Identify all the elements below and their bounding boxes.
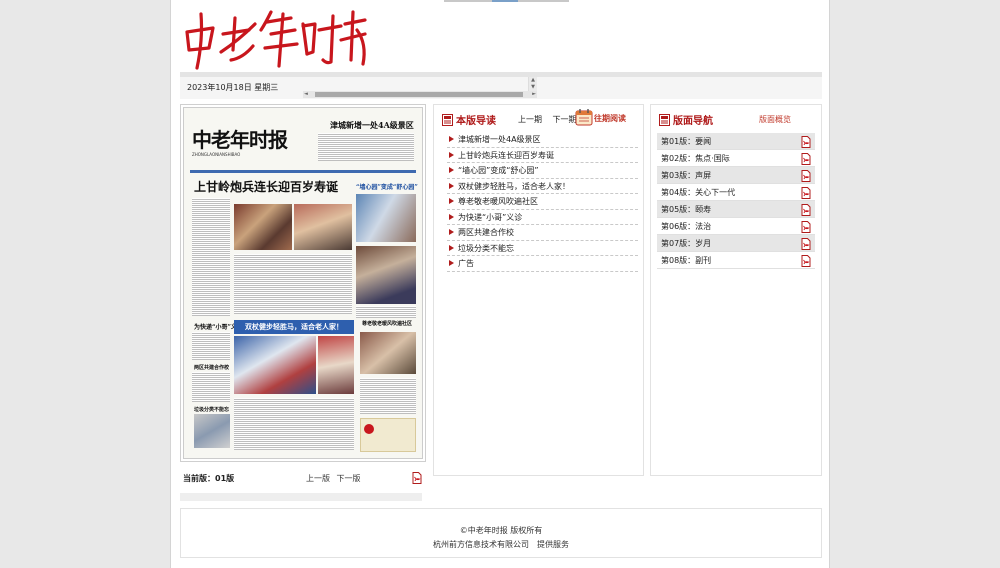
edition-label[interactable]: 第01版：要闻 bbox=[661, 137, 711, 146]
current-edition-value: 01版 bbox=[215, 474, 235, 483]
top-scrollbar[interactable] bbox=[444, 0, 569, 2]
prev-page-link[interactable]: 上一版 bbox=[306, 474, 330, 483]
newspaper-top-headline: 津城新增一处4A级景区 bbox=[330, 120, 414, 130]
pdf-download-icon[interactable] bbox=[412, 472, 422, 484]
pdf-icon[interactable] bbox=[801, 136, 811, 148]
edition-label[interactable]: 第03版：声屏 bbox=[661, 171, 711, 180]
current-edition: 当前版：01版 bbox=[183, 473, 234, 484]
edition-item[interactable]: 第08版：副刊 bbox=[657, 252, 815, 269]
newspaper-left-headline-2: 两区共建合作校 bbox=[194, 365, 230, 371]
page-footer: ©中老年时报 版权所有 杭州前方信息技术有限公司 提供服务 bbox=[180, 508, 822, 558]
article-item[interactable]: 广告 bbox=[447, 256, 638, 272]
copyright-text: ©中老年时报 版权所有 bbox=[459, 526, 543, 535]
edition-label[interactable]: 第02版：焦点·国际 bbox=[661, 154, 730, 163]
pdf-icon[interactable] bbox=[801, 221, 811, 233]
article-item[interactable]: 双杖健步轻胜马，适合老人家！ bbox=[447, 179, 638, 194]
newspaper-logo[interactable] bbox=[179, 4, 369, 70]
newspaper-pinyin: ZHONGLAONIANSHIBAO bbox=[192, 152, 241, 157]
newspaper-main-headline: 上甘岭炮兵连长迎百岁寿诞 bbox=[194, 180, 339, 194]
newspaper-icon bbox=[442, 114, 453, 126]
newspaper-icon bbox=[659, 114, 670, 126]
newspaper-mid-headline: 双杖健步轻胜马，适合老人家！ bbox=[234, 320, 354, 334]
article-list: 津城新增一处4A级景区 上甘岭炮兵连长迎百岁寿诞 “墙心园”变成“舒心园” 双杖… bbox=[447, 132, 638, 272]
date-bar: 2023年10月18日 星期三 ▲ ▼ ◄ ► bbox=[180, 77, 822, 99]
next-page-link[interactable]: 下一版 bbox=[337, 474, 361, 483]
article-item[interactable]: 津城新增一处4A级景区 bbox=[447, 132, 638, 148]
article-item[interactable]: 两区共建合作校 bbox=[447, 225, 638, 241]
edition-item[interactable]: 第01版：要闻 bbox=[657, 133, 815, 150]
pdf-icon[interactable] bbox=[801, 153, 811, 165]
pdf-icon[interactable] bbox=[801, 238, 811, 250]
page-container: 2023年10月18日 星期三 ▲ ▼ ◄ ► 中老年时报 ZHONGLAONIA… bbox=[170, 0, 830, 568]
newspaper-side-headline: “墙心园”变成“舒心园” bbox=[356, 184, 418, 191]
edition-item[interactable]: 第04版：关心下一代 bbox=[657, 184, 815, 201]
edition-list: 第01版：要闻 第02版：焦点·国际 第03版：声屏 第04版：关心下一代 第0… bbox=[657, 133, 815, 269]
next-issue-link[interactable]: 下一期 bbox=[553, 115, 577, 124]
article-item[interactable]: 为快递“小哥”义诊 bbox=[447, 210, 638, 225]
edition-nav-title-text: 版面导航 bbox=[673, 116, 713, 127]
edition-label[interactable]: 第07版：岁月 bbox=[661, 239, 711, 248]
page-pager: 当前版：01版 上一版 下一版 bbox=[180, 472, 426, 486]
newspaper-blue-band bbox=[190, 170, 416, 173]
pdf-icon[interactable] bbox=[801, 170, 811, 182]
article-item[interactable]: 尊老敬老暖风吹遍社区 bbox=[447, 194, 638, 210]
provider-text: 杭州前方信息技术有限公司 提供服务 bbox=[433, 540, 569, 549]
newspaper-page-image[interactable]: 中老年时报 ZHONGLAONIANSHIBAO 津城新增一处4A级景区 上甘岭… bbox=[183, 107, 423, 459]
edition-item[interactable]: 第03版：声屏 bbox=[657, 167, 815, 184]
edition-nav-title: 版面导航 bbox=[659, 112, 713, 127]
edition-label[interactable]: 第08版：副刊 bbox=[661, 256, 711, 265]
article-item[interactable]: 上甘岭炮兵连长迎百岁寿诞 bbox=[447, 148, 638, 163]
horizontal-scrollbar[interactable]: ◄ ► bbox=[303, 91, 537, 98]
newspaper-left-headline-3: 垃圾分类不能忘 bbox=[194, 407, 230, 413]
pdf-icon[interactable] bbox=[801, 255, 811, 267]
article-item[interactable]: 垃圾分类不能忘 bbox=[447, 241, 638, 256]
edition-nav-panel: 版面导航 版面概览 第01版：要闻 第02版：焦点·国际 第03版：声屏 第04… bbox=[650, 104, 822, 476]
reading-guide-title-text: 本版导读 bbox=[456, 116, 496, 127]
newspaper-page-frame: 中老年时报 ZHONGLAONIANSHIBAO 津城新增一处4A级景区 上甘岭… bbox=[180, 104, 426, 462]
newspaper-right-headline: 尊老敬老暖风吹遍社区 bbox=[362, 321, 413, 327]
reading-guide-panel: 本版导读 上一期 下一期 往期阅读 津城新增一处4A级景区 上甘岭炮兵连长迎百岁… bbox=[433, 104, 644, 476]
date-select-scroll[interactable]: ▲ ▼ bbox=[528, 77, 537, 91]
past-issues-link[interactable]: 往期阅读 bbox=[594, 113, 626, 124]
scroll-right-icon[interactable]: ► bbox=[532, 91, 536, 98]
newspaper-masthead: 中老年时报 bbox=[192, 128, 288, 152]
edition-label[interactable]: 第05版：颐寿 bbox=[661, 205, 711, 214]
calendar-icon[interactable] bbox=[575, 108, 593, 126]
pager-divider bbox=[180, 493, 422, 501]
edition-overview-link[interactable]: 版面概览 bbox=[759, 114, 791, 125]
article-item[interactable]: “墙心园”变成“舒心园” bbox=[447, 163, 638, 179]
edition-item[interactable]: 第02版：焦点·国际 bbox=[657, 150, 815, 167]
scrollbar-thumb[interactable] bbox=[315, 92, 523, 97]
edition-label[interactable]: 第04版：关心下一代 bbox=[661, 188, 735, 197]
reading-guide-title: 本版导读 bbox=[442, 112, 496, 127]
pdf-icon[interactable] bbox=[801, 187, 811, 199]
edition-item[interactable]: 第06版：法治 bbox=[657, 218, 815, 235]
edition-item[interactable]: 第07版：岁月 bbox=[657, 235, 815, 252]
prev-issue-link[interactable]: 上一期 bbox=[518, 115, 542, 124]
current-edition-label: 当前版： bbox=[183, 474, 215, 483]
pdf-icon[interactable] bbox=[801, 204, 811, 216]
edition-item[interactable]: 第05版：颐寿 bbox=[657, 201, 815, 218]
scroll-left-icon[interactable]: ◄ bbox=[304, 91, 308, 98]
edition-label[interactable]: 第06版：法治 bbox=[661, 222, 711, 231]
issue-date: 2023年10月18日 星期三 bbox=[187, 83, 279, 92]
